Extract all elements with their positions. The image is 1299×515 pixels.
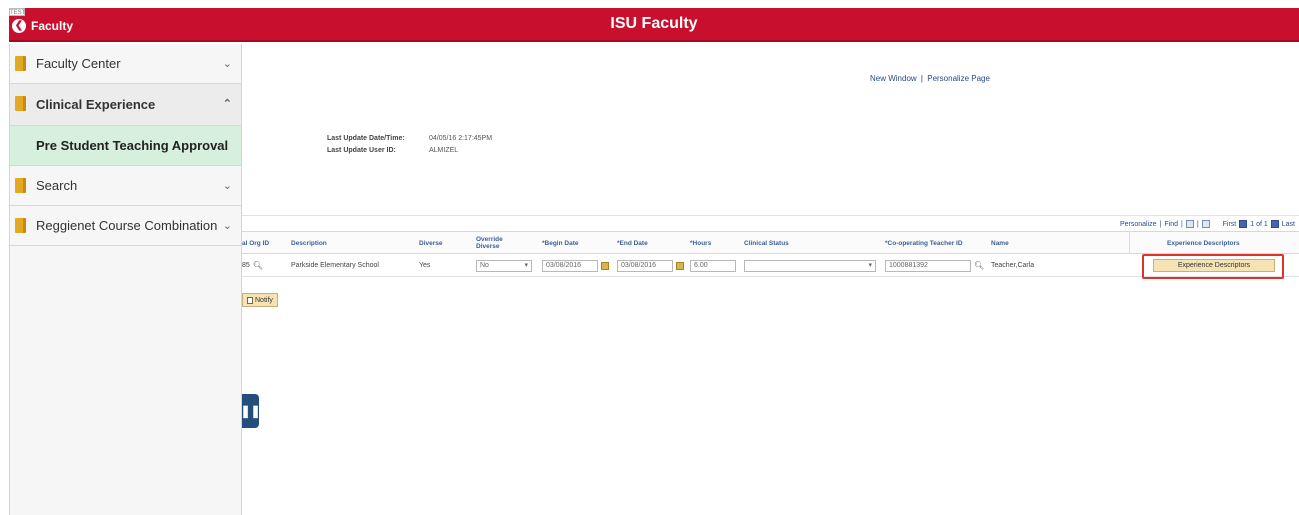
sidebar-item-reggienet-course-combination[interactable]: Reggienet Course Combination ⌄ [10, 206, 241, 246]
dropdown-arrow-icon: ▾ [524, 261, 528, 269]
new-window-link[interactable]: New Window [870, 74, 917, 83]
sidebar-item-clinical-experience[interactable]: Clinical Experience ⌃ [10, 84, 241, 126]
download-icon[interactable] [1201, 220, 1210, 228]
folder-icon [15, 96, 26, 111]
clinical-status-select[interactable]: ▾ [744, 259, 876, 272]
header-links: New Window | Personalize Page [870, 74, 990, 83]
column-divider [1129, 232, 1130, 254]
sidebar-item-label: Search [36, 178, 78, 193]
col-end-date: *End Date [617, 239, 648, 247]
grid-header: al Org ID Description Diverse Override D… [242, 231, 1299, 254]
hours-input[interactable]: 6.00 [690, 259, 736, 272]
diverse-value: Yes [419, 262, 431, 269]
next-icon[interactable] [1270, 220, 1279, 228]
end-date-input[interactable]: 03/08/2016 [617, 259, 673, 272]
override-diverse-select[interactable]: No ▾ [476, 259, 532, 272]
grid-navigation: Personalize | Find | | First 1 of 1 Last [1119, 220, 1295, 228]
chevron-up-icon: ⌃ [222, 98, 232, 110]
chevron-down-icon: ⌄ [222, 180, 232, 192]
col-coop-teacher-id: *Co-operating Teacher ID [885, 239, 963, 247]
notify-icon [247, 296, 253, 304]
col-override-diverse: Override Diverse [476, 236, 503, 250]
search-icon[interactable]: 🔍︎ [974, 261, 984, 270]
col-name: Name [991, 239, 1009, 247]
top-bar: ❮ Faculty ISU Faculty [9, 8, 1299, 42]
calendar-icon[interactable] [601, 261, 609, 270]
experience-descriptors-button[interactable]: Experience Descriptors [1153, 259, 1275, 272]
sidebar-item-faculty-center[interactable]: Faculty Center ⌄ [10, 44, 241, 84]
teacher-name-value: Teacher,Carla [991, 262, 1035, 269]
col-begin-date: *Begin Date [542, 239, 579, 247]
chevron-down-icon: ⌄ [222, 58, 232, 70]
col-diverse: Diverse [419, 239, 443, 247]
sidebar-item-label: Faculty Center [36, 56, 121, 71]
chevron-down-icon: ⌄ [222, 220, 232, 232]
view-all-icon[interactable] [1185, 220, 1194, 228]
last-update-user-value: ALMIZEL [429, 146, 459, 154]
main-content: New Window | Personalize Page Last Updat… [240, 44, 1299, 515]
row-range: 1 of 1 [1250, 220, 1268, 228]
last-update-user-label: Last Update User ID: [327, 146, 396, 154]
notify-button[interactable]: Notify [242, 293, 278, 307]
folder-icon [15, 178, 26, 193]
col-hours: *Hours [690, 239, 712, 247]
pause-icon[interactable]: ❚❚ [240, 394, 261, 428]
personalize-grid-link[interactable]: Personalize [1120, 221, 1157, 228]
sidebar-item-label: Reggienet Course Combination [36, 218, 218, 233]
clinical-experience-grid: al Org ID Description Diverse Override D… [242, 231, 1299, 279]
col-description: Description [291, 239, 327, 247]
dropdown-arrow-icon: ▾ [868, 261, 872, 269]
link-separator: | [920, 74, 923, 83]
last-update-date-value: 04/05/16 2:17:45PM [429, 134, 493, 142]
coop-teacher-id-input[interactable]: 1000881392 [885, 259, 971, 272]
first-link[interactable]: First [1223, 221, 1237, 228]
sidebar: Faculty Center ⌄ Clinical Experience ⌃ P… [9, 44, 242, 515]
previous-icon[interactable] [1239, 220, 1248, 228]
last-update-date-label: Last Update Date/Time: [327, 134, 405, 142]
calendar-icon[interactable] [676, 261, 684, 270]
app-title: ISU Faculty [610, 15, 698, 32]
find-link[interactable]: Find [1164, 221, 1178, 228]
folder-icon [15, 56, 26, 71]
description-value: Parkside Elementary School [291, 262, 379, 269]
app-root: ❮ Faculty ISU Faculty TEST Faculty Cente… [0, 0, 1299, 515]
update-info: Last Update Date/Time: 04/05/16 2:17:45P… [327, 132, 492, 156]
grid-divider [242, 215, 1299, 216]
notify-label: Notify [255, 296, 273, 304]
last-link[interactable]: Last [1282, 221, 1295, 228]
sidebar-item-label: Clinical Experience [36, 97, 156, 112]
col-clinical-status: Clinical Status [744, 239, 789, 247]
override-diverse-value: No [480, 261, 489, 269]
org-id-value: 85 [242, 262, 250, 269]
env-badge: TEST [9, 8, 26, 16]
col-experience-descriptors: Experience Descriptors [1167, 239, 1240, 247]
sidebar-subitem-pre-student-teaching-approval[interactable]: Pre Student Teaching Approval [10, 126, 241, 166]
table-row: 85 🔍︎ Parkside Elementary School Yes No … [242, 254, 1299, 279]
col-org-id: al Org ID [242, 239, 270, 247]
sidebar-item-search[interactable]: Search ⌄ [10, 166, 241, 206]
folder-icon [15, 218, 26, 233]
search-icon[interactable]: 🔍︎ [253, 261, 263, 270]
personalize-page-link[interactable]: Personalize Page [927, 74, 990, 83]
begin-date-input[interactable]: 03/08/2016 [542, 259, 598, 272]
